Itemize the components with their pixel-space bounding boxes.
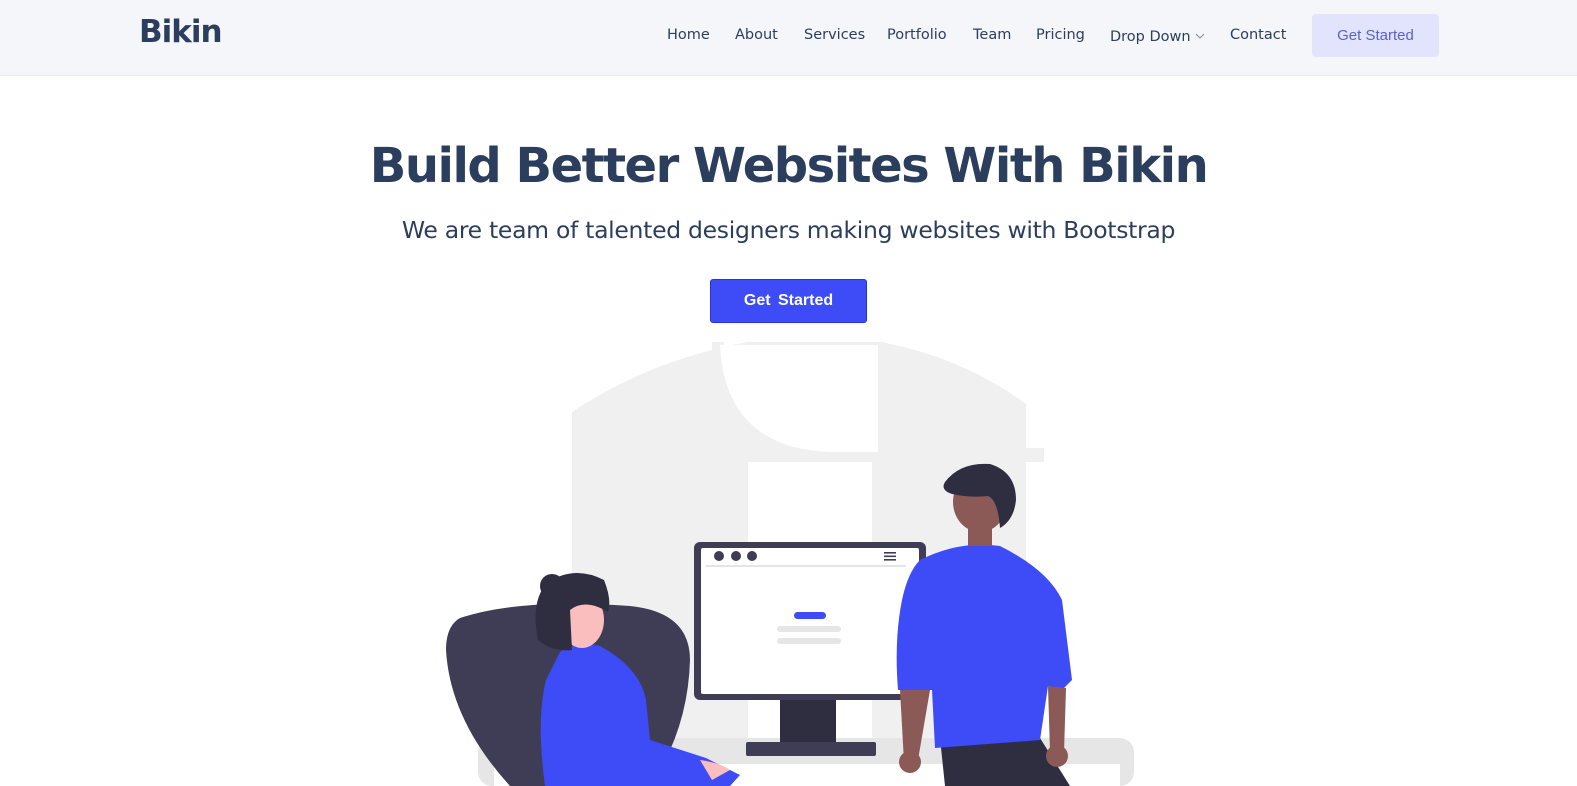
site-header: Bikin Home About Services Portfolio Team…	[0, 0, 1577, 76]
chevron-down-icon	[1195, 27, 1205, 43]
hero-illustration	[446, 342, 1134, 786]
hero-title: Build Better Websites With Bikin	[369, 138, 1209, 194]
hamburger-icon	[884, 552, 896, 561]
man-figure	[896, 463, 1072, 786]
main-nav: Home About Services Portfolio Team Prici…	[0, 0, 1577, 76]
nav-home[interactable]: Home	[667, 27, 710, 43]
nav-about[interactable]: About	[735, 27, 778, 43]
header-get-started-button[interactable]: Get Started	[1312, 14, 1439, 57]
nav-services[interactable]: Services	[804, 27, 865, 43]
nav-dropdown[interactable]: Drop Down	[1110, 27, 1205, 45]
computer-monitor	[694, 542, 926, 756]
woman-figure	[535, 572, 740, 786]
hero-get-started-button[interactable]: Get Started	[710, 279, 867, 323]
window-arch	[720, 345, 878, 452]
desk	[478, 738, 1134, 786]
nav-pricing[interactable]: Pricing	[1036, 27, 1085, 43]
window-background	[572, 342, 1044, 786]
hero-subtitle: We are team of talented designers making…	[401, 216, 1176, 244]
nav-contact[interactable]: Contact	[1230, 27, 1286, 43]
nav-portfolio[interactable]: Portfolio	[887, 27, 947, 43]
nav-dropdown-label: Drop Down	[1110, 29, 1191, 45]
chair	[446, 603, 690, 786]
nav-team[interactable]: Team	[973, 27, 1011, 43]
